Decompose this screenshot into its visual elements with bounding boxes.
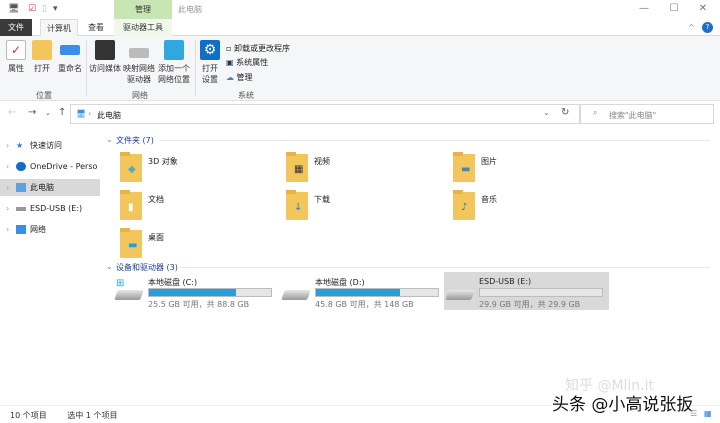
drive-usage-bar — [315, 288, 439, 297]
minimize-button[interactable]: — — [634, 3, 654, 14]
group-network-label: 网络 — [132, 91, 148, 100]
system-properties-button[interactable]: ▣ 系统属性 — [226, 57, 268, 68]
uninstall-icon: ▫ — [226, 44, 232, 53]
properties-button[interactable]: ✓ 属性 — [4, 40, 28, 74]
network-location-icon — [164, 40, 184, 60]
app-icon: 🖥 — [8, 4, 20, 14]
divider — [86, 40, 87, 96]
collapse-ribbon-icon[interactable]: ^ — [688, 23, 695, 32]
large-icons-view-button[interactable]: ▦ — [704, 409, 712, 418]
music-folder-icon: ♪ — [453, 190, 475, 220]
folder-music[interactable]: ♪ 音乐 — [453, 190, 613, 226]
folder-documents[interactable]: ▮ 文档 — [120, 190, 280, 226]
search-input[interactable]: ⌕ 搜索"此电脑" — [580, 104, 714, 124]
manage-icon: ☁ — [226, 73, 234, 82]
divider — [180, 267, 710, 268]
recent-locations-button[interactable]: ⌄ — [45, 109, 51, 117]
folder-videos[interactable]: ▦ 视频 — [286, 152, 446, 188]
tab-drive-tools[interactable]: 驱动器工具 — [114, 19, 172, 36]
up-button[interactable]: ↑ — [58, 107, 66, 118]
settings-gear-icon: ⚙ — [200, 40, 220, 60]
address-bar[interactable]: 🖥 › 此电脑 ⌄ ↻ — [70, 104, 580, 124]
item-count: 10 个项目 — [10, 411, 47, 420]
divider — [195, 40, 196, 96]
uninstall-program-button[interactable]: ▫ 卸载或更改程序 — [226, 43, 290, 54]
window-title: 此电脑 — [178, 5, 202, 14]
close-button[interactable]: ✕ — [693, 3, 713, 14]
watermark: 头条 @小高说张扳 — [552, 395, 694, 415]
drive-usage-bar — [479, 288, 603, 297]
collapse-drives-icon[interactable]: ⌄ — [106, 262, 113, 271]
breadcrumb-this-pc[interactable]: 此电脑 — [97, 110, 121, 121]
open-button[interactable]: 打开 — [30, 40, 54, 74]
map-network-drive-button[interactable]: 映射网络 驱动器 — [122, 40, 156, 85]
customize-quick-access-icon[interactable]: ▾ — [53, 4, 58, 14]
downloads-folder-icon: ↓ — [286, 190, 308, 220]
hard-drive-icon — [114, 290, 144, 300]
forward-button[interactable]: → — [28, 107, 36, 118]
maximize-button[interactable]: ☐ — [664, 3, 684, 14]
pictures-folder-icon: ▬ — [453, 152, 475, 182]
drive-e[interactable]: ESD-USB (E:) 29.9 GB 可用，共 29.9 GB — [444, 272, 609, 310]
nav-esd-usb[interactable]: › ESD-USB (E:) — [0, 200, 100, 217]
access-media-button[interactable]: 访问媒体 — [88, 40, 122, 74]
nav-onedrive[interactable]: ›OneDrive - Personal — [0, 158, 100, 175]
rename-button[interactable]: 重命名 — [56, 40, 84, 74]
3d-objects-folder-icon: ◆ — [120, 152, 142, 182]
cloud-icon — [16, 162, 26, 171]
this-pc-icon: 🖥 — [76, 109, 87, 118]
desktop-folder-icon: ▬ — [120, 228, 142, 258]
address-dropdown-icon[interactable]: ⌄ — [543, 108, 550, 117]
divider — [160, 140, 710, 141]
folder-3d-objects[interactable]: ◆ 3D 对象 — [120, 152, 280, 188]
properties-quick-icon[interactable]: ☑ — [28, 4, 36, 14]
media-icon — [95, 40, 115, 60]
usb-drive-icon — [16, 207, 26, 211]
network-icon — [16, 225, 26, 234]
group-system-label: 系统 — [238, 91, 254, 100]
rename-icon — [60, 45, 80, 55]
star-icon: ★ — [16, 141, 24, 150]
open-settings-button[interactable]: ⚙ 打开 设置 — [197, 40, 223, 85]
videos-folder-icon: ▦ — [286, 152, 308, 182]
nav-network[interactable]: › 网络 — [0, 221, 100, 238]
drive-c[interactable]: ⊞ 本地磁盘 (C:) 25.5 GB 可用，共 88.8 GB — [113, 272, 278, 310]
tab-view[interactable]: 查看 — [82, 19, 110, 36]
collapse-folders-icon[interactable]: ⌄ — [106, 135, 113, 144]
folder-desktop[interactable]: ▬ 桌面 — [120, 228, 280, 264]
tab-computer[interactable]: 计算机 — [40, 19, 78, 36]
selected-count: 选中 1 个项目 — [67, 411, 118, 420]
hard-drive-icon — [281, 290, 311, 300]
folder-downloads[interactable]: ↓ 下载 — [286, 190, 446, 226]
nav-quick-access[interactable]: › ★ 快速访问 — [0, 137, 100, 154]
title-bar — [0, 0, 720, 19]
details-view-button[interactable]: ☰ — [690, 409, 697, 418]
help-icon[interactable]: ? — [702, 22, 713, 33]
open-folder-icon — [32, 40, 52, 60]
system-properties-icon: ▣ — [226, 58, 234, 67]
tab-file[interactable]: 文件 — [0, 19, 32, 36]
group-location-label: 位置 — [36, 91, 52, 100]
usb-drive-icon — [445, 290, 475, 300]
breadcrumb-chevron-icon: › — [88, 109, 92, 118]
network-drive-icon — [129, 48, 149, 58]
drive-usage-bar — [148, 288, 272, 297]
folders-section-header[interactable]: 文件夹 (7) — [116, 135, 154, 146]
search-icon: ⌕ — [593, 108, 598, 117]
nav-this-pc[interactable]: › 此电脑 — [0, 179, 100, 196]
manage-button[interactable]: ☁ 管理 — [226, 72, 253, 83]
back-button[interactable]: ← — [8, 107, 16, 118]
add-network-location-button[interactable]: 添加一个 网络位置 — [156, 40, 192, 85]
refresh-icon[interactable]: ↻ — [561, 107, 569, 118]
documents-folder-icon: ▮ — [120, 190, 142, 220]
folder-pictures[interactable]: ▬ 图片 — [453, 152, 613, 188]
computer-icon — [16, 183, 26, 192]
manage-context-tab[interactable]: 管理 — [114, 0, 172, 19]
properties-icon: ✓ — [6, 40, 26, 60]
drive-d[interactable]: 本地磁盘 (D:) 45.8 GB 可用，共 148 GB — [280, 272, 445, 310]
new-folder-quick-icon[interactable]: ▯ — [42, 4, 47, 14]
windows-logo-icon: ⊞ — [116, 278, 125, 289]
